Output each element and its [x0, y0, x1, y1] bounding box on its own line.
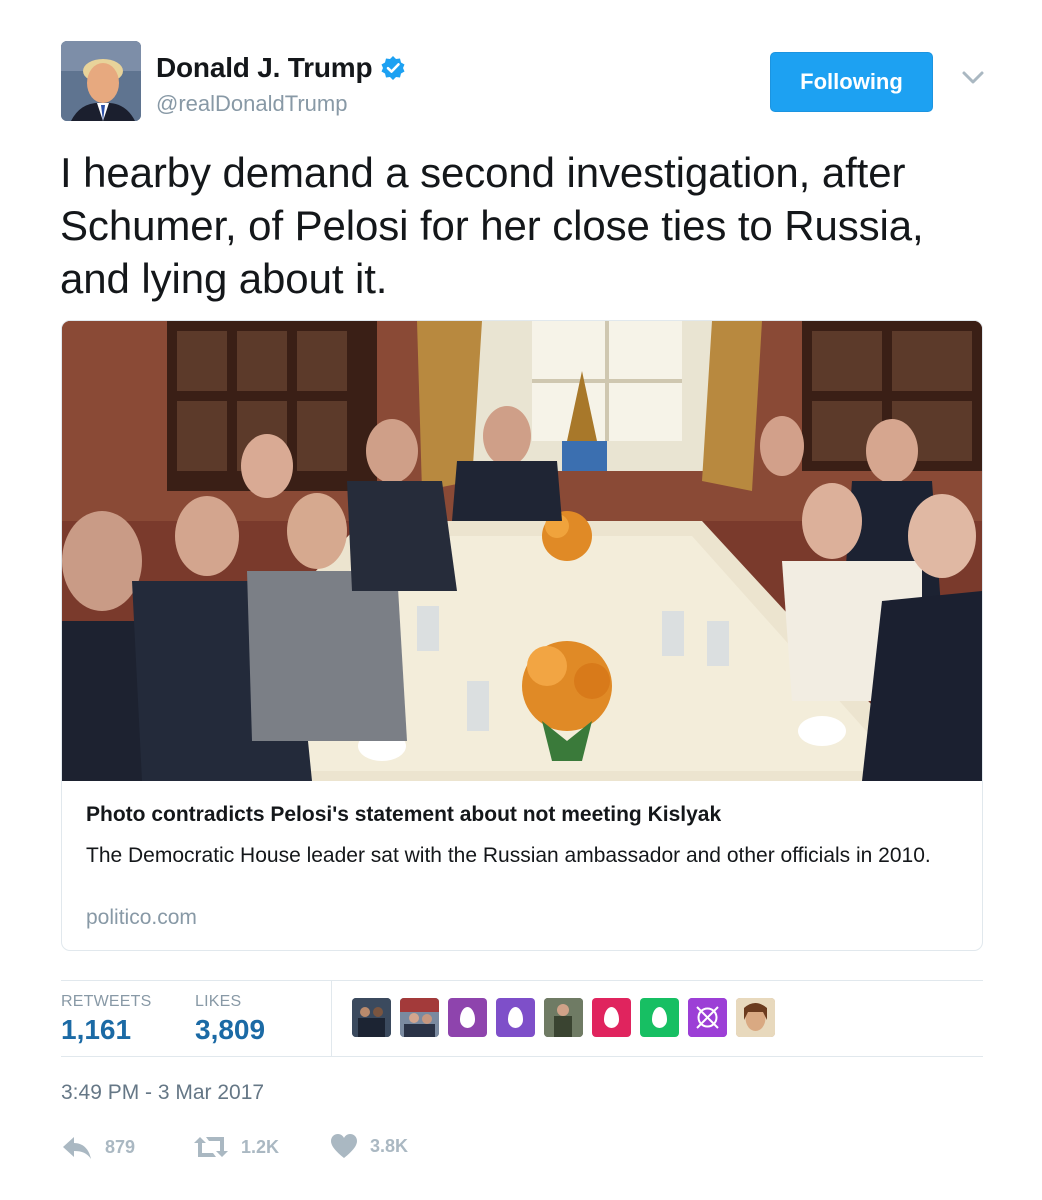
handle[interactable]: @realDonaldTrump	[156, 91, 347, 117]
card-domain: politico.com	[86, 906, 197, 929]
like-count: 3.8K	[370, 1135, 409, 1156]
verified-badge-icon	[380, 55, 406, 81]
card-description: The Democratic House leader sat with the…	[86, 844, 931, 867]
liker-avatar[interactable]	[352, 998, 391, 1037]
likes-count[interactable]: 3,809	[195, 1014, 265, 1046]
liker-avatar[interactable]	[544, 998, 583, 1037]
chevron-down-icon[interactable]	[960, 68, 986, 88]
avatar[interactable]	[61, 41, 141, 121]
retweets-count[interactable]: 1,161	[61, 1014, 131, 1046]
following-button[interactable]: Following	[770, 52, 933, 112]
liker-avatar[interactable]	[688, 998, 727, 1037]
like-button[interactable]: 3.8K	[330, 1133, 408, 1159]
liker-avatar-egg[interactable]	[448, 998, 487, 1037]
name-row: Donald J. Trump	[156, 52, 406, 84]
reply-button[interactable]: 879	[61, 1133, 135, 1161]
retweet-button[interactable]: 1.2K	[193, 1133, 279, 1161]
liker-avatar-egg[interactable]	[640, 998, 679, 1037]
reply-icon	[63, 1137, 91, 1159]
liker-avatar-egg[interactable]	[592, 998, 631, 1037]
retweet-count: 1.2K	[241, 1136, 280, 1157]
liker-avatar-egg[interactable]	[496, 998, 535, 1037]
display-name[interactable]: Donald J. Trump	[156, 52, 373, 84]
timestamp[interactable]: 3:49 PM - 3 Mar 2017	[61, 1081, 264, 1105]
tweet: Donald J. Trump @realDonaldTrump Followi…	[0, 0, 1042, 1200]
divider	[61, 1056, 983, 1057]
divider	[331, 980, 332, 1057]
liker-avatars	[352, 998, 775, 1037]
liker-avatar[interactable]	[736, 998, 775, 1037]
card-title: Photo contradicts Pelosi's statement abo…	[86, 803, 722, 826]
avatar-image	[61, 41, 141, 121]
tweet-text: I hearby demand a second investigation, …	[60, 149, 924, 302]
divider	[61, 980, 983, 981]
card-photo	[62, 321, 982, 781]
retweet-icon	[194, 1137, 228, 1157]
retweets-label[interactable]: RETWEETS	[61, 993, 152, 1011]
liker-avatar[interactable]	[400, 998, 439, 1037]
likes-label[interactable]: LIKES	[195, 993, 241, 1011]
link-card[interactable]: Photo contradicts Pelosi's statement abo…	[61, 320, 983, 951]
heart-icon	[331, 1134, 357, 1158]
reply-count: 879	[105, 1136, 136, 1157]
